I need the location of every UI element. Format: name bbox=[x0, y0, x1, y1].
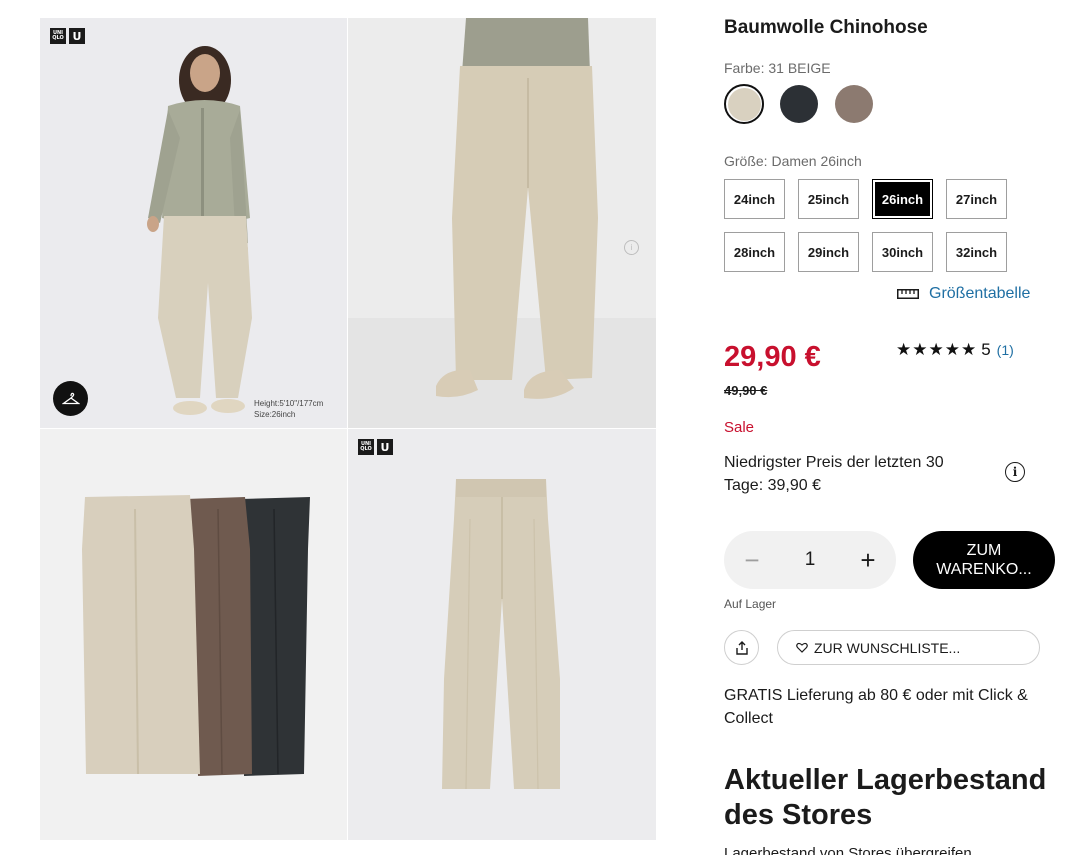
image-info-icon[interactable]: i bbox=[624, 240, 639, 255]
size-selector: 24inch 25inch 26inch 27inch 28inch 29inch 30in… bbox=[724, 179, 1007, 272]
size-chart-label: Größentabelle bbox=[929, 285, 1031, 302]
size-option-25inch[interactable]: 25inch bbox=[798, 179, 859, 219]
color-swatch-beige[interactable] bbox=[724, 84, 764, 124]
lowest-price-text: Niedrigster Preis der letzten 30 Tage: 3… bbox=[724, 454, 944, 494]
rating-stars: ★★★★★ bbox=[896, 340, 978, 359]
gallery-image-product-flat[interactable]: UNI QLO U bbox=[348, 429, 656, 840]
model-photo bbox=[40, 18, 347, 428]
size-option-32inch[interactable]: 32inch bbox=[946, 232, 1007, 272]
size-option-26inch[interactable]: 26inch bbox=[872, 179, 933, 219]
model-size: Size:26inch bbox=[254, 410, 296, 419]
rating-value: 5 bbox=[981, 340, 991, 359]
color-swatches bbox=[724, 84, 874, 124]
ruler-icon bbox=[897, 289, 919, 299]
share-button[interactable] bbox=[724, 630, 759, 665]
stock-status: Auf Lager bbox=[724, 597, 777, 611]
delivery-info: GRATIS Lieferung ab 80 € oder mit Click … bbox=[724, 687, 1028, 727]
uniqlo-u-mark: U bbox=[69, 28, 85, 44]
color-label: Farbe: 31 BEIGE bbox=[724, 60, 831, 76]
uniqlo-logo-mark: UNI QLO bbox=[50, 28, 66, 44]
stores-stock-heading: Aktueller Lagerbestand des Stores bbox=[724, 764, 1047, 831]
wishlist-label: ZUR WUNSCHLISTE... bbox=[814, 639, 961, 656]
quantity-value[interactable]: 1 bbox=[805, 549, 816, 571]
uniqlo-u-mark: U bbox=[377, 439, 393, 455]
wishlist-button[interactable]: ZUR WUNSCHLISTE... bbox=[777, 630, 1040, 665]
color-swatch-navy[interactable] bbox=[779, 84, 819, 124]
color-swatch-brown[interactable] bbox=[834, 84, 874, 124]
stores-stock-note: Lagerbestand von Stores übergreifen bbox=[724, 845, 972, 855]
product-title: Baumwolle Chinohose bbox=[724, 17, 928, 38]
share-icon bbox=[735, 640, 748, 655]
size-option-27inch[interactable]: 27inch bbox=[946, 179, 1007, 219]
model-height: Height:5'10"/177cm bbox=[254, 399, 324, 408]
model-info: Height:5'10"/177cm Size:26inch bbox=[254, 398, 323, 420]
quantity-stepper: − 1 + bbox=[724, 531, 896, 589]
quantity-increase-button[interactable]: + bbox=[857, 547, 879, 573]
rating[interactable]: ★★★★★ 5 (1) bbox=[896, 340, 1014, 360]
size-option-24inch[interactable]: 24inch bbox=[724, 179, 785, 219]
info-icon[interactable]: i bbox=[1005, 462, 1025, 482]
color-swatch-fill bbox=[780, 85, 818, 123]
gallery-image-color-variants[interactable] bbox=[40, 429, 347, 840]
add-to-cart-button[interactable]: ZUM WARENKO... bbox=[913, 531, 1055, 589]
current-price: 29,90 € bbox=[724, 341, 821, 373]
rating-count-link[interactable]: (1) bbox=[997, 342, 1014, 358]
uniqlo-logo-mark: UNI QLO bbox=[358, 439, 374, 455]
product-flat-photo bbox=[348, 429, 656, 840]
color-swatch-fill bbox=[835, 85, 873, 123]
original-price: 49,90 € bbox=[724, 383, 768, 398]
logo-text-bottom: QLO bbox=[52, 35, 64, 41]
gallery-image-model-front[interactable]: UNI QLO U Height:5'10"/177cm Size:26inch bbox=[40, 18, 347, 428]
hanger-icon[interactable] bbox=[53, 381, 88, 416]
logo-text-bottom: QLO bbox=[360, 446, 372, 452]
sale-label: Sale bbox=[724, 419, 755, 436]
size-label: Größe: Damen 26inch bbox=[724, 153, 862, 169]
hanger-icon-glyph bbox=[61, 392, 80, 404]
color-variants-photo bbox=[40, 429, 347, 840]
product-gallery: UNI QLO U Height:5'10"/177cm Size:26inch bbox=[40, 18, 656, 840]
color-swatch-fill bbox=[727, 87, 761, 121]
uniqlo-logo: UNI QLO U bbox=[358, 439, 393, 455]
size-option-28inch[interactable]: 28inch bbox=[724, 232, 785, 272]
gallery-image-pants-closeup[interactable]: i bbox=[348, 18, 656, 428]
quantity-decrease-button[interactable]: − bbox=[741, 547, 763, 573]
heart-icon bbox=[796, 642, 808, 653]
pants-closeup-photo bbox=[348, 18, 656, 428]
size-option-30inch[interactable]: 30inch bbox=[872, 232, 933, 272]
size-chart-link[interactable]: Größentabelle bbox=[897, 285, 1030, 303]
size-option-29inch[interactable]: 29inch bbox=[798, 232, 859, 272]
uniqlo-logo: UNI QLO U bbox=[50, 28, 85, 44]
